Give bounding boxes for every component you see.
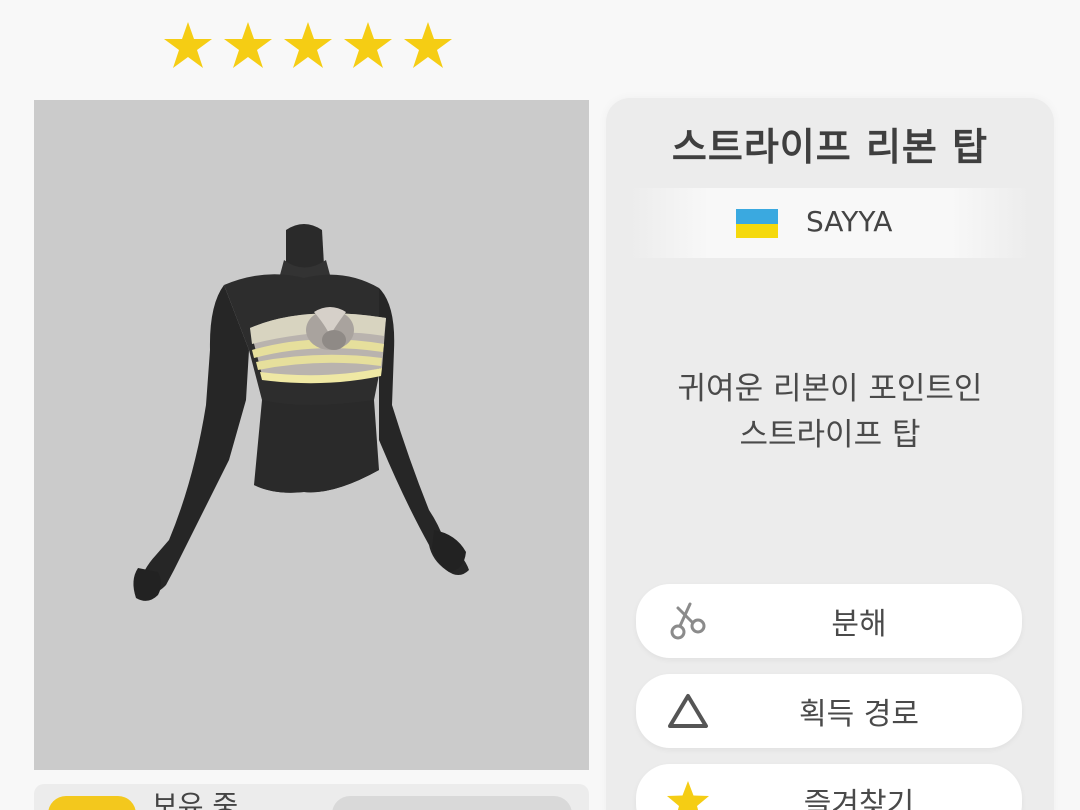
route-label: 획득 경로	[799, 697, 919, 732]
star-icon	[344, 22, 392, 68]
star-icon	[284, 22, 332, 68]
owned-label: 보유 중	[152, 789, 239, 810]
description-line-2: 스트라이프 탑	[739, 417, 921, 453]
owned-action-button[interactable]	[332, 796, 572, 810]
description-line-1: 귀여운 리본이 포인트인	[677, 371, 983, 407]
favorite-button[interactable]: 즐겨찾기	[636, 764, 1022, 810]
item-preview[interactable]	[34, 100, 589, 770]
item-detail-screen: 보유 중 스트라이프 리본 탑 SAYYA 귀여운 리본이 포인트인 스트라이프…	[0, 0, 1080, 810]
brand-name[interactable]: SAYYA	[806, 204, 892, 240]
star-icon	[164, 22, 212, 68]
star-icon	[224, 22, 272, 68]
owned-count-badge	[48, 796, 136, 810]
disassemble-button[interactable]: 분해	[636, 584, 1022, 658]
item-title: 스트라이프 리본 탑	[671, 125, 989, 169]
owned-bar: 보유 중	[34, 784, 589, 810]
disassemble-label: 분해	[831, 607, 887, 642]
rarity-stars	[160, 18, 460, 74]
acquisition-route-button[interactable]: 획득 경로	[636, 674, 1022, 748]
item-description: 귀여운 리본이 포인트인 스트라이프 탑	[606, 366, 1054, 458]
favorite-label: 즐겨찾기	[803, 787, 915, 810]
ukraine-flag-icon	[736, 209, 778, 238]
star-icon	[404, 22, 452, 68]
mannequin-top-image	[133, 224, 469, 601]
